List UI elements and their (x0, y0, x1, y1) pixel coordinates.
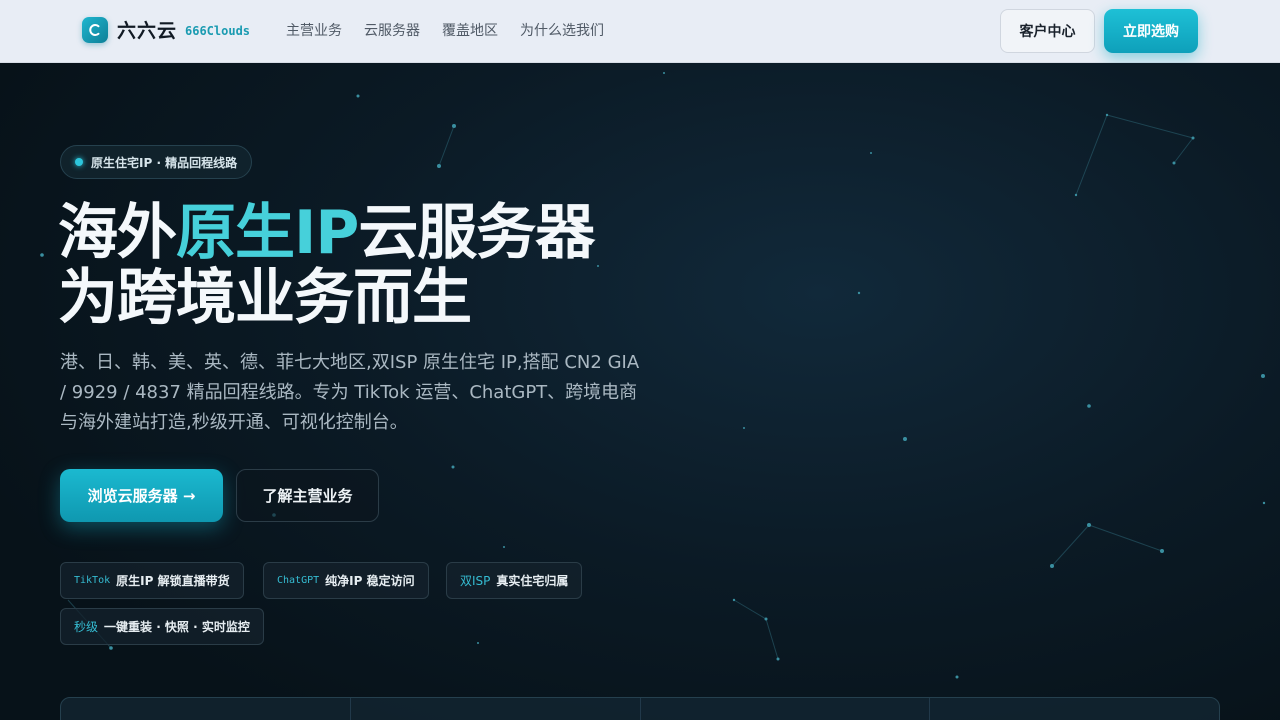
status-dot-icon (75, 158, 83, 166)
feature-chip: 秒级 一键重装 · 快照 · 实时监控 (60, 608, 264, 645)
customer-center-button[interactable]: 客户中心 (1000, 9, 1095, 53)
chip-text: 原生IP 解锁直播带货 (116, 574, 230, 588)
chip-tag: 秒级 (74, 620, 99, 634)
nav-link-why-us[interactable]: 为什么选我们 (520, 21, 604, 41)
brand-name-en: 666Clouds (185, 24, 251, 38)
feature-chip: TikTok 原生IP 解锁直播带货 (60, 562, 244, 599)
nav-link-main-business[interactable]: 主营业务 (286, 21, 342, 41)
nav-link-regions[interactable]: 覆盖地区 (442, 21, 498, 41)
chip-tag: TikTok (74, 575, 111, 586)
learn-business-button[interactable]: 了解主营业务 (236, 469, 379, 522)
hero-section: 原生住宅IP · 精品回程线路 海外原生IP云服务器 为跨境业务而生 港、日、韩… (0, 63, 1280, 720)
headline-accent: 原生IP (176, 198, 359, 268)
hero-eyebrow-badge: 原生住宅IP · 精品回程线路 (60, 145, 253, 179)
top-navbar: 六六云 666Clouds 主营业务 云服务器 覆盖地区 为什么选我们 客户中心… (0, 0, 1280, 63)
stats-panel (60, 697, 1220, 720)
chip-text: 一键重装 · 快照 · 实时监控 (104, 620, 250, 634)
eyebrow-text: 原生住宅IP · 精品回程线路 (91, 155, 238, 170)
chip-text: 真实住宅归属 (496, 574, 569, 588)
nav-link-cloud-servers[interactable]: 云服务器 (364, 21, 420, 41)
chip-text: 纯净IP 稳定访问 (325, 574, 415, 588)
brand-name[interactable]: 六六云 (117, 18, 177, 44)
hero-headline: 海外原生IP云服务器 为跨境业务而生 (58, 201, 678, 331)
hero-subtitle: 港、日、韩、美、英、德、菲七大地区,双ISP 原生住宅 IP,搭配 CN2 GI… (60, 352, 640, 433)
chip-tag: 双ISP (460, 574, 491, 588)
buy-now-button[interactable]: 立即选购 (1104, 9, 1198, 53)
feature-chip: ChatGPT 纯净IP 稳定访问 (263, 562, 429, 599)
stats-cell (930, 698, 1219, 720)
chip-tag: ChatGPT (277, 575, 320, 586)
logo-icon[interactable] (82, 17, 108, 43)
feature-chip: 双ISP 真实住宅归属 (446, 562, 583, 599)
headline-line-2: 为跨境业务而生 (58, 263, 472, 333)
browse-servers-button[interactable]: 浏览云服务器 → (60, 469, 223, 522)
stats-cell (641, 698, 931, 720)
headline-part-2: 云服务器 (358, 198, 595, 268)
stats-cell (61, 698, 351, 720)
stats-cell (351, 698, 641, 720)
headline-part-1: 海外 (58, 198, 177, 268)
main-nav: 主营业务 云服务器 覆盖地区 为什么选我们 (286, 21, 626, 41)
cloud-c-logo-icon (89, 24, 100, 36)
